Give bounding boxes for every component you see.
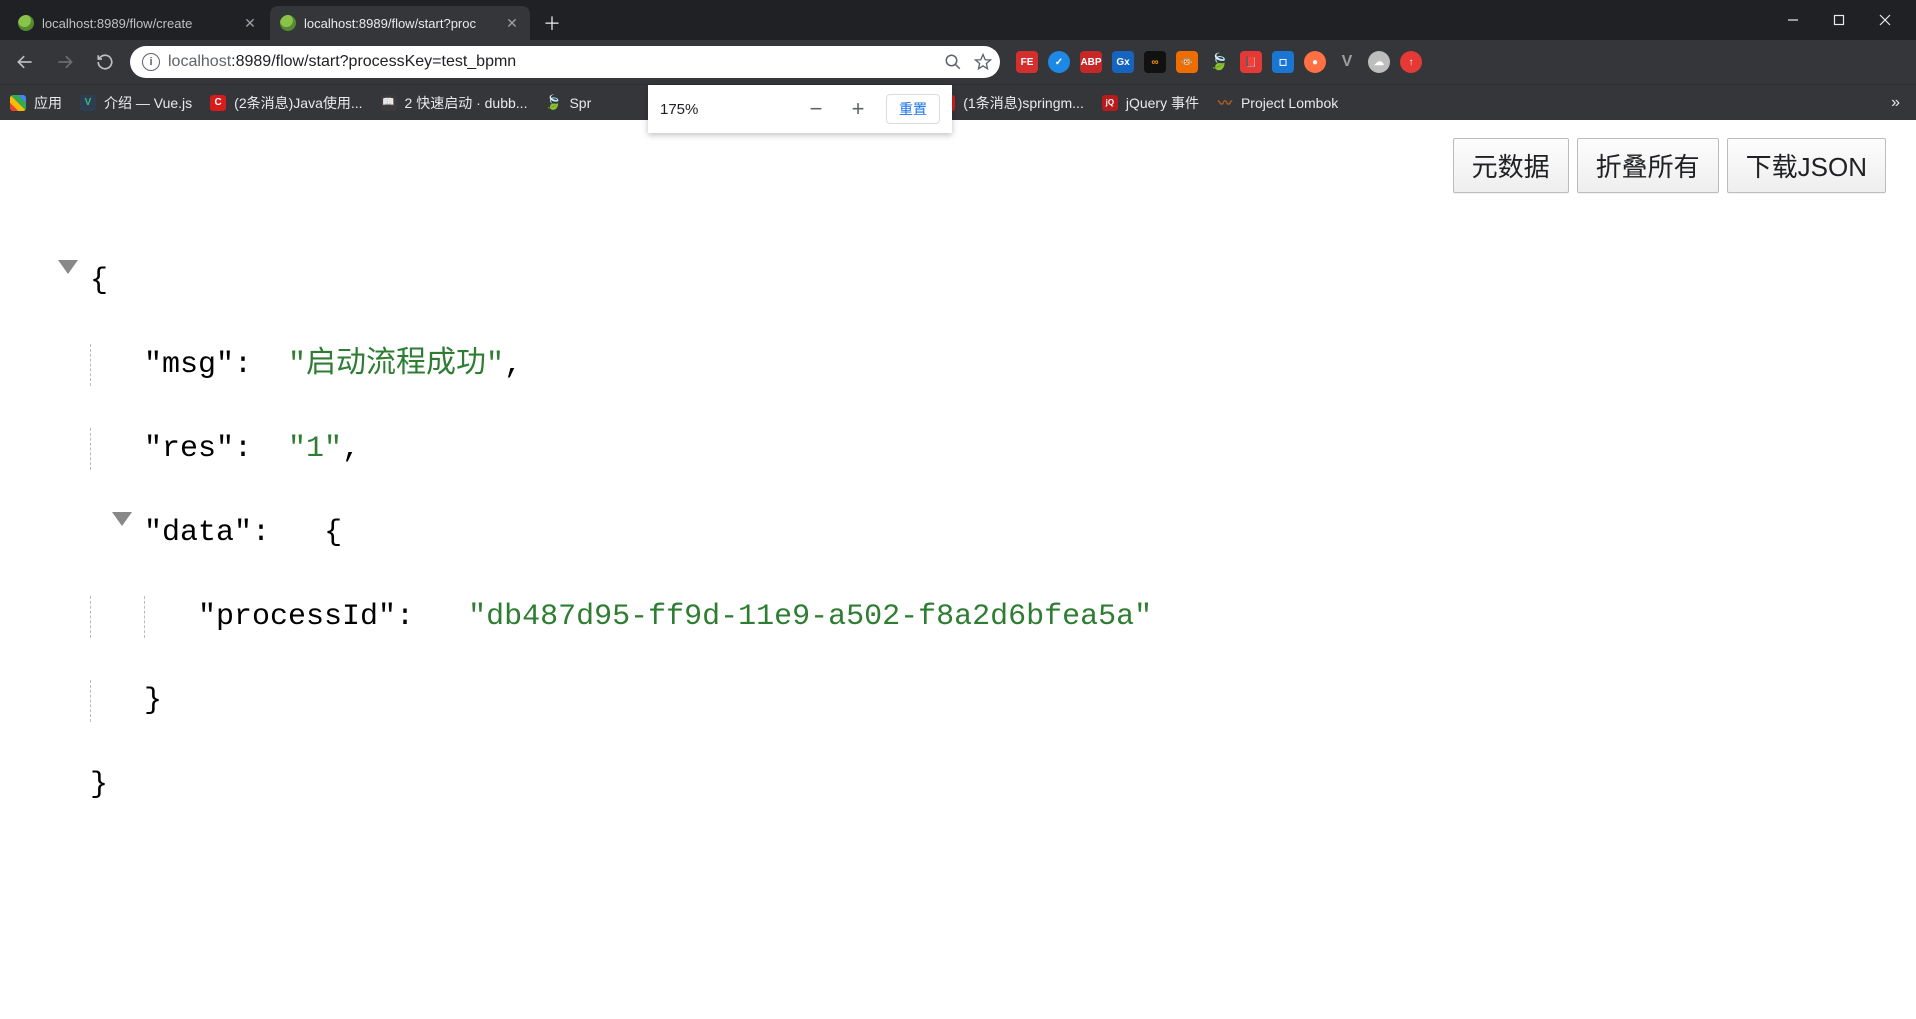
ext-icon[interactable]: ↑ — [1400, 51, 1422, 73]
zoom-value: 175% — [660, 101, 698, 118]
ext-icon[interactable]: ∞ — [1144, 51, 1166, 73]
back-button[interactable] — [10, 47, 40, 77]
lombok-icon: 〰 — [1217, 95, 1233, 111]
tab-title: localhost:8989/flow/create — [42, 16, 234, 31]
tab-strip: localhost:8989/flow/create ✕ localhost:8… — [0, 0, 1916, 40]
bookmark-label: Spr — [569, 95, 591, 111]
bookmarks-overflow[interactable]: » — [1885, 94, 1906, 112]
collapse-toggle-icon[interactable] — [58, 260, 78, 274]
json-key: "msg" — [144, 348, 234, 382]
apps-grid-icon — [10, 95, 26, 111]
bookmark-item[interactable]: 〰 Project Lombok — [1217, 95, 1338, 111]
close-window-button[interactable] — [1862, 0, 1908, 40]
ext-icon[interactable]: ✓ — [1048, 51, 1070, 73]
json-string: "1" — [288, 432, 342, 466]
browser-tab-1[interactable]: localhost:8989/flow/start?proc ✕ — [270, 6, 530, 40]
ext-icon[interactable]: ◻ — [1272, 51, 1294, 73]
bookmark-label: Project Lombok — [1241, 95, 1338, 111]
site-info-icon[interactable]: i — [142, 53, 160, 71]
json-key: "processId" — [198, 600, 396, 634]
bookmark-label: 2 快速启动 · dubb... — [405, 93, 528, 113]
bookmark-label: (2条消息)Java使用... — [234, 93, 362, 113]
ext-icon[interactable]: Gx — [1112, 51, 1134, 73]
close-tab-icon[interactable]: ✕ — [242, 15, 258, 31]
ext-icon[interactable]: ABP — [1080, 51, 1102, 73]
json-string: "db487d95-ff9d-11e9-a502-f8a2d6bfea5a" — [468, 600, 1152, 634]
ext-icon[interactable]: 🐵 — [1176, 51, 1198, 73]
url-text: localhost:8989/flow/start?processKey=tes… — [168, 53, 936, 71]
browser-toolbar: i localhost:8989/flow/start?processKey=t… — [0, 40, 1916, 84]
bookmark-item[interactable]: C (2条消息)Java使用... — [210, 93, 362, 113]
zoom-in-button[interactable]: + — [844, 95, 872, 123]
zoom-popup: 175% − + 重置 — [648, 85, 952, 133]
collapse-all-button[interactable]: 折叠所有 — [1577, 138, 1719, 193]
bookmark-item[interactable]: C (1条消息)springm... — [939, 93, 1084, 113]
spring-favicon — [280, 15, 296, 31]
json-string: "启动流程成功" — [288, 348, 504, 382]
ext-icon[interactable]: 📕 — [1240, 51, 1262, 73]
metadata-button[interactable]: 元数据 — [1453, 138, 1569, 193]
spring-favicon — [18, 15, 34, 31]
vue-icon: V — [80, 95, 96, 111]
json-key: "res" — [144, 432, 234, 466]
ext-icon[interactable]: ☁ — [1368, 51, 1390, 73]
json-viewer: { "msg": "启动流程成功", "res": "1", "data": {… — [0, 120, 1916, 890]
json-viewer-toolbar: 元数据 折叠所有 下载JSON — [1453, 138, 1886, 193]
zoom-out-button[interactable]: − — [802, 95, 830, 123]
page-content: 元数据 折叠所有 下载JSON { "msg": "启动流程成功", "res"… — [0, 120, 1916, 1019]
bookmark-label: 介绍 — Vue.js — [104, 93, 192, 113]
apps-shortcut[interactable]: 应用 — [10, 93, 62, 113]
zoom-reset-button[interactable]: 重置 — [886, 94, 940, 124]
book-icon: 📖 — [381, 95, 397, 111]
bookmark-item[interactable]: 🍃 Spr — [545, 95, 591, 111]
new-tab-button[interactable]: ＋ — [538, 9, 566, 37]
ext-icon[interactable]: V — [1336, 51, 1358, 73]
bookmark-item[interactable]: 📖 2 快速启动 · dubb... — [381, 93, 528, 113]
tab-title: localhost:8989/flow/start?proc — [304, 16, 496, 31]
bookmark-item[interactable]: V 介绍 — Vue.js — [80, 93, 192, 113]
browser-tab-0[interactable]: localhost:8989/flow/create ✕ — [8, 6, 268, 40]
forward-button[interactable] — [50, 47, 80, 77]
minimize-button[interactable] — [1770, 0, 1816, 40]
spring-icon: 🍃 — [545, 95, 561, 111]
bookmark-label: (1条消息)springm... — [963, 93, 1084, 113]
window-controls — [1770, 0, 1908, 40]
csdn-icon: C — [210, 95, 226, 111]
bookmarks-bar: 应用 V 介绍 — Vue.js C (2条消息)Java使用... 📖 2 快… — [0, 84, 1916, 120]
bookmark-label: jQuery 事件 — [1126, 93, 1199, 113]
json-key: "data" — [144, 516, 252, 550]
extension-icons: FE ✓ ABP Gx ∞ 🐵 🍃 📕 ◻ ● V ☁ ↑ — [1016, 51, 1422, 73]
download-json-button[interactable]: 下载JSON — [1727, 138, 1886, 193]
reload-button[interactable] — [90, 47, 120, 77]
bookmark-star-icon[interactable] — [974, 53, 992, 71]
jquery-icon: jQ — [1102, 95, 1118, 111]
bookmark-item[interactable]: jQ jQuery 事件 — [1102, 93, 1199, 113]
zoom-indicator-icon[interactable] — [944, 53, 962, 71]
ext-icon[interactable]: 🍃 — [1208, 51, 1230, 73]
ext-icon[interactable]: FE — [1016, 51, 1038, 73]
close-tab-icon[interactable]: ✕ — [504, 15, 520, 31]
address-bar[interactable]: i localhost:8989/flow/start?processKey=t… — [130, 46, 1000, 78]
maximize-button[interactable] — [1816, 0, 1862, 40]
collapse-toggle-icon[interactable] — [112, 512, 132, 526]
ext-icon[interactable]: ● — [1304, 51, 1326, 73]
